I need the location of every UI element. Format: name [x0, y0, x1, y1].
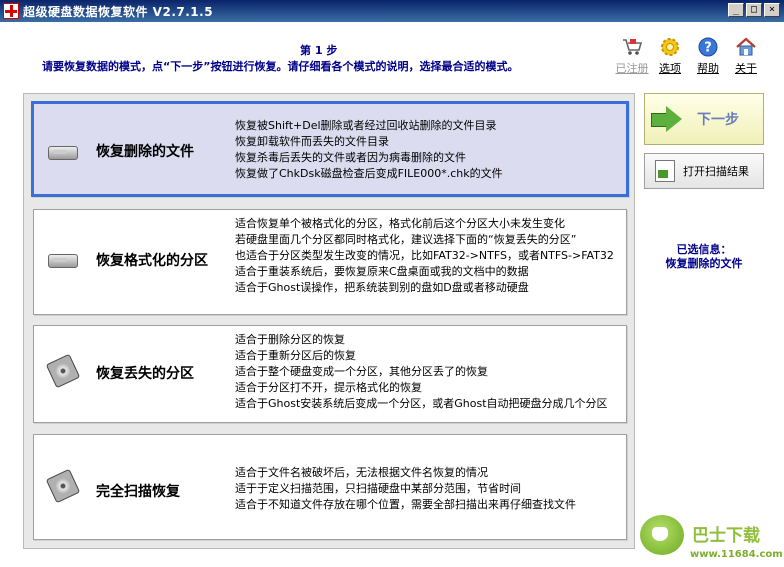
maximize-button[interactable]: □ — [746, 3, 762, 17]
harddisk-icon — [48, 248, 80, 272]
mode-desc-line: 适合于重装系统后，要恢复原来C盘桌面或我的文档中的数据 — [235, 265, 529, 278]
open-harddisk-icon — [45, 468, 81, 504]
mode-description: 适合于文件名被破坏后，无法根据文件名恢复的情况 适于于定义扫描范围，只扫描硬盘中… — [235, 465, 576, 513]
mode-desc-line: 若硬盘里面几个分区都同时格式化，建议选择下面的“恢复丢失的分区” — [235, 233, 577, 246]
toolbar-about[interactable]: 关于 — [730, 36, 762, 76]
arrow-right-icon — [651, 106, 683, 132]
mode-title: 完全扫描恢复 — [96, 484, 180, 500]
mode-desc-line: 适合于Ghost安装系统后变成一个分区，或者Ghost自动把硬盘分成几个分区 — [235, 397, 608, 410]
toolbar-options-label: 选项 — [659, 62, 681, 75]
watermark-name: 巴士下载 — [692, 526, 760, 546]
selected-info: 已选信息： 恢复删除的文件 — [644, 243, 764, 271]
watermark-logo-icon — [640, 515, 684, 555]
mode-desc-line: 适合于不知道文件存放在哪个位置，需要全部扫描出来再仔细查找文件 — [235, 498, 576, 511]
toolbar-help-label: 帮助 — [697, 62, 719, 75]
open-scan-results-label: 打开扫描结果 — [683, 165, 749, 178]
close-button[interactable]: × — [764, 3, 780, 17]
mode-desc-line: 恢复卸载软件而丢失的文件目录 — [235, 135, 389, 148]
step-instruction: 请要恢复数据的模式，点“下一步”按钮进行恢复。请仔细看各个模式的说明，选择最合适… — [42, 60, 519, 73]
mode-recover-deleted[interactable]: 恢复删除的文件 恢复被Shift+Del删除或者经过回收站删除的文件目录 恢复卸… — [31, 101, 629, 197]
title-bar: 超级硬盘数据恢复软件 V2.7.1.5 _ □ × — [0, 0, 784, 22]
mode-desc-line: 恢复被Shift+Del删除或者经过回收站删除的文件目录 — [235, 119, 497, 132]
next-step-label: 下一步 — [697, 112, 739, 128]
open-scan-results-button[interactable]: 打开扫描结果 — [644, 153, 764, 189]
mode-desc-line: 适合恢复单个被格式化的分区，格式化前后这个分区大小未发生变化 — [235, 217, 565, 230]
mode-desc-line: 恢复做了ChkDsk磁盘检查后变成FILE000*.chk的文件 — [235, 167, 503, 180]
mode-desc-line: 适合于Ghost误操作，把系统装到别的盘如D盘或者移动硬盘 — [235, 281, 529, 294]
mode-desc-line: 恢复杀毒后丢失的文件或者因为病毒删除的文件 — [235, 151, 466, 164]
app-icon — [3, 3, 19, 19]
toolbar-options[interactable]: 选项 — [654, 36, 686, 76]
mode-description: 恢复被Shift+Del删除或者经过回收站删除的文件目录 恢复卸载软件而丢失的文… — [235, 118, 503, 182]
svg-text:?: ? — [704, 41, 712, 56]
minimize-button[interactable]: _ — [728, 3, 744, 17]
selected-info-heading: 已选信息： — [676, 243, 732, 256]
mode-recover-formatted[interactable]: 恢复格式化的分区 适合恢复单个被格式化的分区，格式化前后这个分区大小未发生变化 … — [33, 209, 627, 315]
watermark-url: www.11684.com — [690, 549, 783, 560]
mode-desc-line: 适合于重新分区后的恢复 — [235, 349, 356, 362]
mode-title: 恢复丢失的分区 — [96, 366, 194, 382]
toolbar: 已注册 选项 ? 帮助 关于 — [616, 36, 762, 76]
cart-icon — [620, 36, 644, 58]
mode-desc-line: 适合于删除分区的恢复 — [235, 333, 345, 346]
mode-panel: 恢复删除的文件 恢复被Shift+Del删除或者经过回收站删除的文件目录 恢复卸… — [23, 93, 635, 549]
mode-description: 适合恢复单个被格式化的分区，格式化前后这个分区大小未发生变化 若硬盘里面几个分区… — [235, 216, 614, 296]
window-controls: _ □ × — [728, 3, 780, 17]
mode-desc-line: 也适合于分区类型发生改变的情况，比如FAT32->NTFS，或者NTFS->FA… — [235, 249, 614, 262]
mode-title: 恢复格式化的分区 — [96, 253, 208, 269]
mode-recover-lost-partition[interactable]: 恢复丢失的分区 适合于删除分区的恢复 适合于重新分区后的恢复 适合于整个硬盘变成… — [33, 325, 627, 423]
options-icon — [658, 36, 682, 58]
watermark: 巴士下载 www.11684.com — [640, 515, 784, 567]
mode-full-scan[interactable]: 完全扫描恢复 适合于文件名被破坏后，无法根据文件名恢复的情况 适于于定义扫描范围… — [33, 434, 627, 540]
mode-desc-line: 适合于整个硬盘变成一个分区，其他分区丢了的恢复 — [235, 365, 488, 378]
help-icon: ? — [696, 36, 720, 58]
mode-description: 适合于删除分区的恢复 适合于重新分区后的恢复 适合于整个硬盘变成一个分区，其他分… — [235, 332, 608, 412]
toolbar-about-label: 关于 — [735, 62, 757, 75]
mode-title: 恢复删除的文件 — [96, 144, 194, 160]
next-step-button[interactable]: 下一步 — [644, 93, 764, 145]
mode-desc-line: 适于于定义扫描范围，只扫描硬盘中某部分范围，节省时间 — [235, 482, 521, 495]
open-harddisk-icon — [45, 353, 81, 389]
mode-desc-line: 适合于文件名被破坏后，无法根据文件名恢复的情况 — [235, 466, 488, 479]
mode-desc-line: 适合于分区打不开，提示格式化的恢复 — [235, 381, 422, 394]
home-icon — [734, 36, 758, 58]
toolbar-registered[interactable]: 已注册 — [615, 36, 649, 76]
harddisk-icon — [48, 140, 80, 164]
document-icon — [655, 160, 675, 182]
step-title: 第 1 步 — [300, 44, 338, 57]
window-title: 超级硬盘数据恢复软件 V2.7.1.5 — [23, 4, 214, 19]
selected-info-value: 恢复删除的文件 — [665, 257, 743, 270]
toolbar-help[interactable]: ? 帮助 — [692, 36, 724, 76]
toolbar-registered-label: 已注册 — [615, 62, 649, 75]
